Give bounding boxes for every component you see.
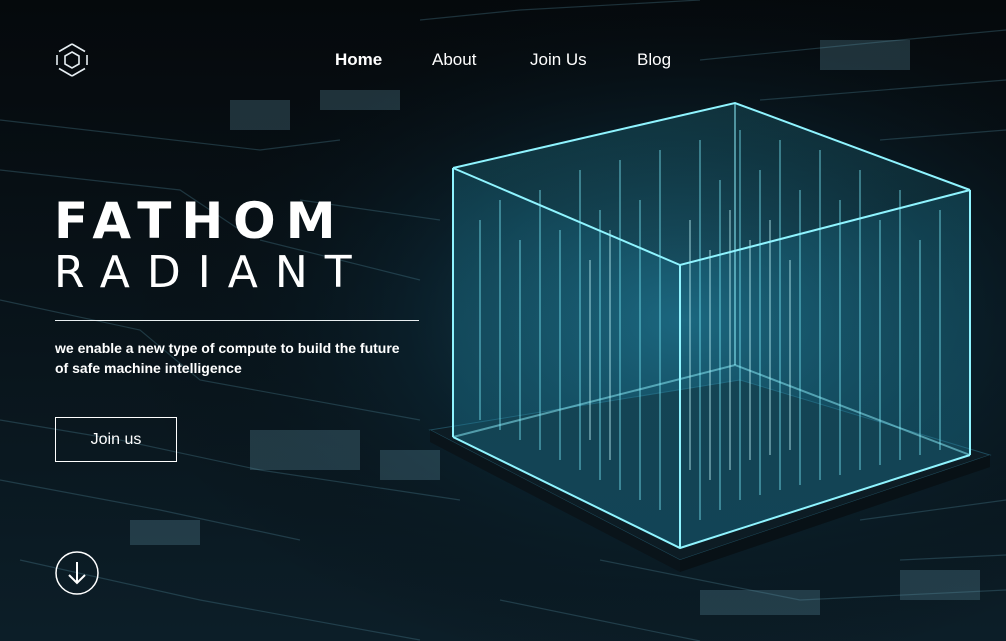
main-nav: Home About Join Us Blog bbox=[0, 48, 1006, 72]
arrow-down-circle-icon[interactable] bbox=[55, 551, 99, 595]
hero-divider bbox=[55, 320, 419, 321]
nav-item-join-us[interactable]: Join Us bbox=[530, 48, 587, 72]
hero-tagline: we enable a new type of compute to build… bbox=[55, 340, 400, 376]
nav-item-home[interactable]: Home bbox=[335, 48, 382, 72]
page: Home About Join Us Blog FATHOM RADIANT w… bbox=[0, 0, 1006, 641]
join-us-button[interactable]: Join us bbox=[55, 417, 177, 462]
brand-title-line1: FATHOM bbox=[54, 192, 346, 250]
nav-item-blog[interactable]: Blog bbox=[637, 48, 671, 72]
brand-title: FATHOM RADIANT bbox=[54, 192, 434, 298]
brand-title-line2: RADIANT bbox=[54, 247, 369, 298]
nav-item-about[interactable]: About bbox=[432, 48, 476, 72]
